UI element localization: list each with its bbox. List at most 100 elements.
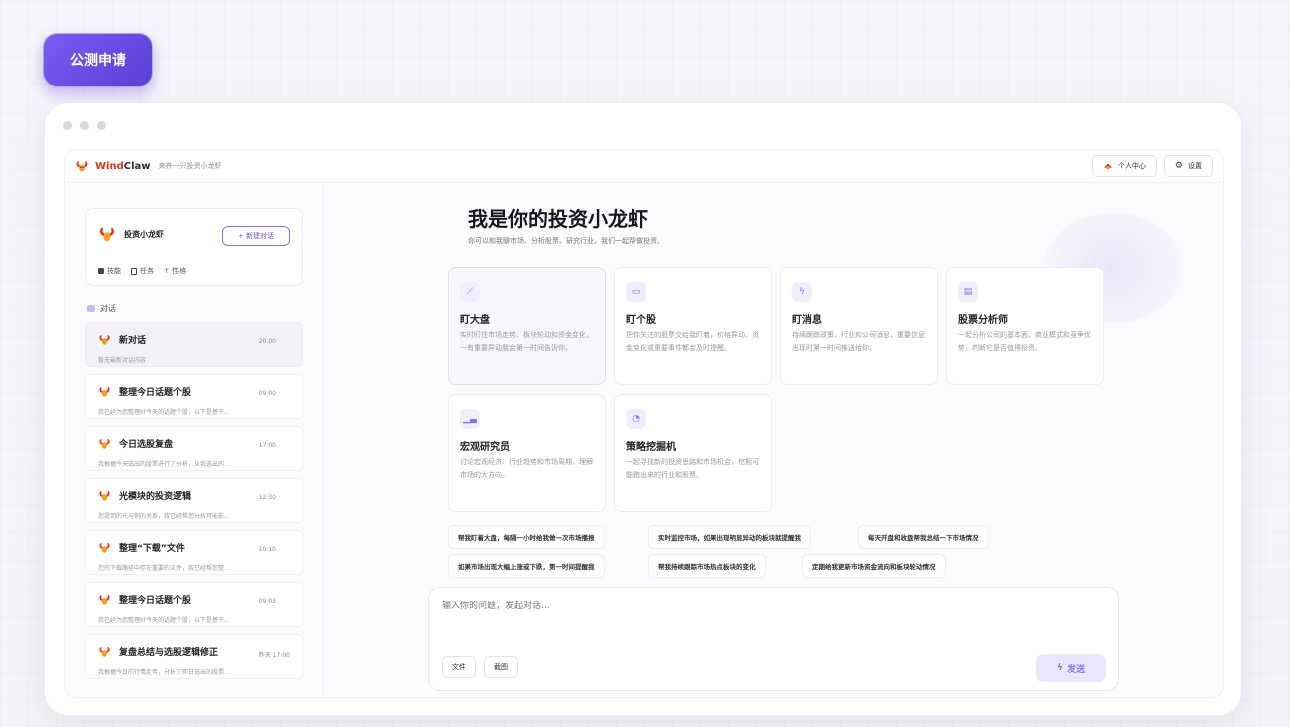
- conversation-item[interactable]: 复盘总结与选股逻辑修正 昨天 17:00 我根据今日的行情走势，分析了昨日选出的…: [85, 634, 303, 679]
- conversation-item[interactable]: 整理今日话题个股 09:00 我已经为您整理好今天的话题个股，以下是基于...: [85, 374, 303, 419]
- window-dot-close[interactable]: [63, 121, 72, 130]
- brand-wind: Wind: [95, 160, 124, 172]
- conversation-title: 今日选股复盘: [119, 440, 174, 450]
- conversation-time: 09:00: [258, 390, 276, 397]
- window-dot-maximize[interactable]: [97, 121, 106, 130]
- send-button[interactable]: ϟ 发送: [1036, 654, 1106, 682]
- card-title: 宏观研究员: [460, 442, 510, 453]
- conversation-item[interactable]: 整理“下载”文件 10:10 您的下载路径中存在重要的文件，我已经帮您整...: [85, 530, 303, 575]
- person-icon: ☥: [164, 267, 170, 275]
- card-title: 股票分析师: [958, 315, 1008, 326]
- chat-icon: [87, 305, 95, 312]
- lobster-avatar-icon: [99, 334, 110, 345]
- conversation-time: 09:03: [258, 598, 276, 605]
- conversation-title: 整理“下载”文件: [119, 544, 185, 554]
- spiral-icon: ◔: [626, 409, 646, 429]
- tab-skills-label: 技能: [107, 267, 121, 275]
- brand-claw: Claw: [123, 160, 151, 172]
- profile-tabs: 技能 任务 ☥ 性格: [98, 266, 186, 276]
- conversation-item[interactable]: 今日选股复盘 17:00 我根据今天选出的股票进行了分析，从我选出的...: [85, 426, 303, 471]
- profile-center-button[interactable]: 个人中心: [1091, 155, 1157, 177]
- card-title: 策略挖掘机: [626, 442, 676, 453]
- conversation-title: 新对话: [119, 336, 147, 346]
- card-watch-stock[interactable]: ▭ 盯个股 把你关注的股票交给我盯着，价格异动、资金变化或重要事件都会及时提醒。: [614, 267, 772, 385]
- suggestion-chip[interactable]: 定期给我更新市场资金流向和板块轮动情况: [802, 554, 946, 578]
- card-description: 讨论宏观经济、行业趋势和市场周期，理解市场的大方向。: [460, 458, 593, 479]
- lobster-avatar-icon: [99, 646, 110, 657]
- tab-personality-label: 性格: [172, 267, 187, 275]
- screenshot-button[interactable]: 截图: [484, 656, 518, 678]
- hero-title: 我是你的投资小龙虾: [468, 207, 648, 231]
- conversation-item[interactable]: 整理今日话题个股 09:03 我已经为您整理好今天的话题个股，以下是基于...: [85, 582, 303, 627]
- agent-profile-card: 投资小龙虾 + 新建对话 技能 任务 ☥ 性格: [85, 208, 303, 286]
- new-chat-button[interactable]: + 新建对话: [222, 226, 290, 246]
- card-title: 盯个股: [626, 315, 656, 326]
- sidebar: 投资小龙虾 + 新建对话 技能 任务 ☥ 性格 对话 新对话 20:00 暂无最新…: [65, 183, 324, 697]
- conversation-title: 整理今日话题个股: [119, 388, 192, 398]
- window-dot-minimize[interactable]: [80, 121, 89, 130]
- conversation-time: 10:10: [258, 546, 276, 553]
- public-beta-apply-button[interactable]: 公测申请: [43, 33, 153, 87]
- brand-tagline: 来养一只投资小龙虾: [158, 162, 222, 170]
- card-description: 一起寻找新的投资思路和市场机会，挖掘可能跑出来的行业和股票。: [626, 458, 759, 479]
- conversation-preview: 我根据今天选出的股票进行了分析，从我选出的...: [98, 461, 230, 468]
- card-description: 实时盯住市场走势、板块轮动和资金变化，一有重要异动我会第一时间告诉你。: [460, 331, 593, 352]
- tab-personality[interactable]: ☥ 性格: [164, 266, 186, 276]
- conversation-list: 新对话 20:00 暂无最新对话内容 整理今日话题个股 09:00 我已经为您整…: [85, 322, 303, 686]
- conversations-header: 对话: [87, 303, 116, 314]
- card-title: 盯大盘: [460, 315, 490, 326]
- conversation-item[interactable]: 光模块的投资逻辑 12:30 您提到的光与铜的关系，我已经帮您分析可能影...: [85, 478, 303, 523]
- top-bar: WindClaw 来养一只投资小龙虾 个人中心 ⚙ 设置: [65, 150, 1223, 183]
- tasks-icon: [131, 267, 137, 275]
- card-watch-news[interactable]: ϟ 盯消息 持续跟踪政策、行业和公司消息，重要信息出现时第一时间推送给你。: [780, 267, 938, 385]
- card-watch-market[interactable]: ⟋ 盯大盘 实时盯住市场走势、板块轮动和资金变化，一有重要异动我会第一时间告诉你…: [448, 267, 606, 385]
- conversation-preview: 您提到的光与铜的关系，我已经帮您分析可能影...: [98, 513, 230, 520]
- conversation-title: 整理今日话题个股: [119, 596, 192, 606]
- lobster-avatar-icon: [99, 594, 110, 605]
- bar-chart-icon: ▁▃: [460, 409, 480, 429]
- skills-icon: [98, 268, 104, 274]
- conversation-title: 复盘总结与选股逻辑修正: [119, 648, 219, 658]
- lobster-avatar-icon: [99, 438, 110, 449]
- suggestion-chip[interactable]: 实时监控市场，如果出现明显异动的板块就提醒我: [648, 525, 811, 549]
- trend-line-icon: ⟋: [460, 282, 480, 302]
- conversation-preview: 我已经为您整理好今天的话题个股，以下是基于...: [98, 617, 230, 624]
- card-description: 把你关注的股票交给我盯着，价格异动、资金变化或重要事件都会及时提醒。: [626, 331, 759, 352]
- card-description: 一起分析公司的基本面、商业模式和竞争优势，判断它是否值得投资。: [958, 331, 1091, 352]
- app-window: WindClaw 来养一只投资小龙虾 个人中心 ⚙ 设置 投资小龙虾 + 新建对…: [44, 102, 1242, 716]
- lobster-small-icon: [1103, 163, 1112, 170]
- conversations-header-label: 对话: [100, 304, 116, 313]
- lobster-avatar-icon: [99, 386, 110, 397]
- suggestion-chip[interactable]: 每天开盘和收盘帮我总结一下市场情况: [858, 525, 989, 549]
- suggestion-chip[interactable]: 帮我盯着大盘，每隔一小时给我做一次市场播报: [448, 525, 605, 549]
- tab-skills[interactable]: 技能: [98, 266, 121, 276]
- agent-name: 投资小龙虾: [124, 229, 164, 239]
- gear-icon: ⚙: [1174, 161, 1183, 171]
- conversation-preview: 我根据今日的行情走势，分析了昨日选出的股票...: [98, 669, 230, 676]
- lightning-icon: ϟ: [792, 282, 812, 302]
- agent-avatar-icon: [100, 227, 114, 242]
- suggestion-chip[interactable]: 帮我持续跟踪市场热点板块的变化: [648, 554, 766, 578]
- conversation-preview: 我已经为您整理好今天的话题个股，以下是基于...: [98, 409, 230, 416]
- hero-subtitle: 你可以和我聊市场、分析股票、研究行业，我们一起帮做投资。: [468, 237, 664, 245]
- card-strategy-miner[interactable]: ◔ 策略挖掘机 一起寻找新的投资思路和市场机会，挖掘可能跑出来的行业和股票。: [614, 394, 772, 512]
- conversation-item[interactable]: 新对话 20:00 暂无最新对话内容: [85, 322, 303, 367]
- brand-name: WindClaw: [95, 161, 151, 172]
- card-macro-researcher[interactable]: ▁▃ 宏观研究员 讨论宏观经济、行业趋势和市场周期，理解市场的大方向。: [448, 394, 606, 512]
- message-input[interactable]: [442, 601, 1042, 611]
- brand-logo[interactable]: WindClaw: [75, 159, 151, 173]
- tab-tasks[interactable]: 任务: [131, 266, 154, 276]
- conversation-preview: 您的下载路径中存在重要的文件，我已经帮您整...: [98, 565, 230, 572]
- conversation-time: 20:00: [258, 338, 276, 345]
- settings-label: 设置: [1188, 162, 1202, 170]
- suggestion-chip[interactable]: 如果市场出现大幅上涨或下跌，第一时间提醒我: [448, 554, 605, 578]
- attach-file-button[interactable]: 文件: [442, 656, 476, 678]
- document-icon: ▤: [958, 282, 978, 302]
- profile-center-label: 个人中心: [1117, 162, 1146, 170]
- monitor-icon: ▭: [626, 282, 646, 302]
- tab-tasks-label: 任务: [140, 267, 154, 275]
- lightning-send-icon: ϟ: [1057, 663, 1063, 673]
- settings-button[interactable]: ⚙ 设置: [1163, 155, 1213, 177]
- card-stock-analyst[interactable]: ▤ 股票分析师 一起分析公司的基本面、商业模式和竞争优势，判断它是否值得投资。: [946, 267, 1104, 385]
- conversation-preview: 暂无最新对话内容: [98, 357, 147, 364]
